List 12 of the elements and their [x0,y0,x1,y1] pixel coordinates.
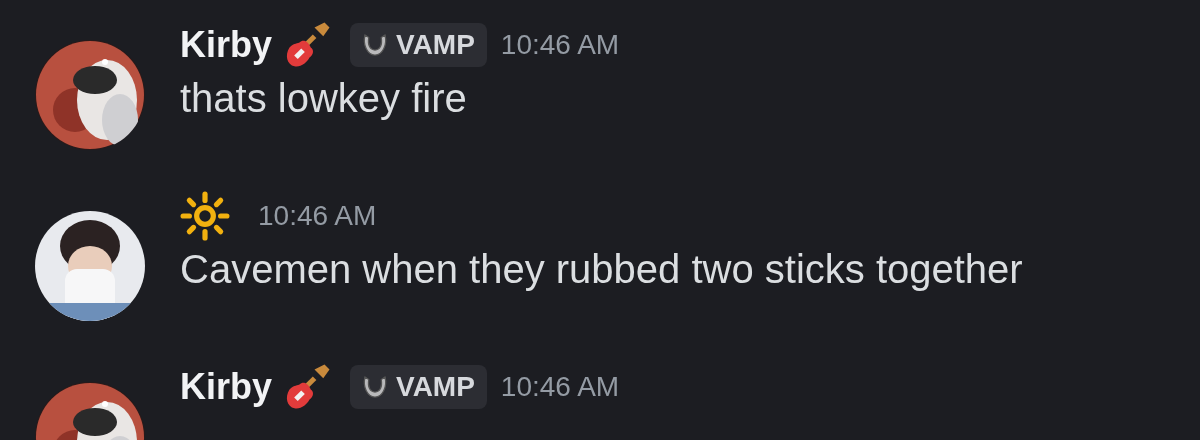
role-tag[interactable]: VAMP [350,23,487,67]
username[interactable]: Kirby [180,366,273,408]
message-text: thats lowkey fire [180,75,468,122]
timestamp: 10:46 AM [500,371,620,403]
message-text: Cavemen when they rubbed two sticks together [180,246,1023,293]
timestamp: 10:46 AM [500,29,620,61]
tag-label: VAMP [396,371,475,403]
timestamp: 10:46 AM [258,200,377,232]
role-tag[interactable]: VAMP [350,365,487,409]
tag-label: VAMP [396,29,475,61]
sun-icon [180,191,230,241]
username[interactable]: Kirby [180,24,273,66]
